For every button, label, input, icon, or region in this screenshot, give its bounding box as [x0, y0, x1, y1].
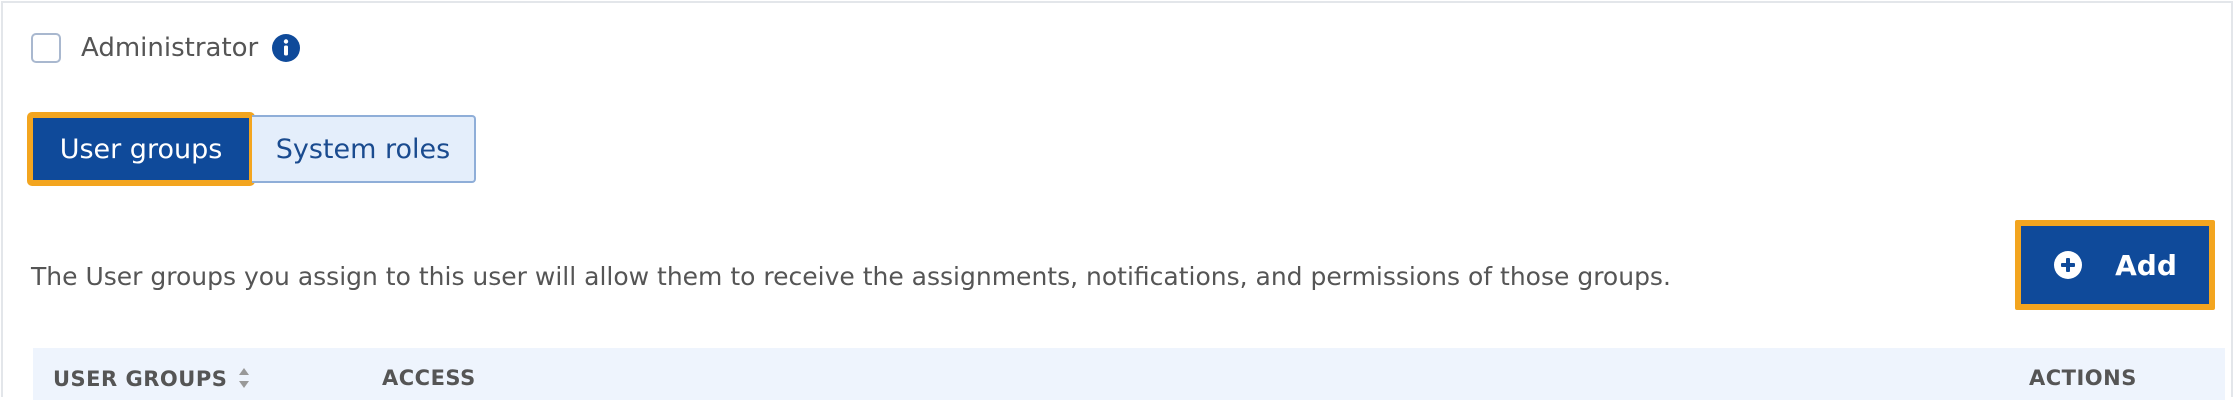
panel-frame: [1, 1, 2233, 397]
tab-system-roles[interactable]: System roles: [252, 115, 476, 183]
column-header-user-groups[interactable]: USER GROUPS: [53, 366, 251, 391]
table-header: USER GROUPS ACCESS ACTIONS: [33, 348, 2225, 400]
column-header-user-groups-label: USER GROUPS: [53, 367, 228, 391]
administrator-checkbox[interactable]: [31, 33, 61, 63]
info-icon[interactable]: [272, 34, 301, 62]
tab-group: User groups System roles: [27, 112, 476, 186]
add-button[interactable]: Add: [2015, 220, 2215, 310]
column-header-access: ACCESS: [382, 366, 476, 390]
plus-circle-icon: [2054, 251, 2083, 279]
sort-icon[interactable]: [237, 366, 251, 390]
administrator-label: Administrator: [81, 33, 259, 63]
add-button-label: Add: [2115, 248, 2177, 282]
column-header-actions: ACTIONS: [2029, 366, 2137, 390]
administrator-row: Administrator: [31, 33, 301, 63]
tab-user-groups[interactable]: User groups: [27, 112, 255, 186]
description-text: The User groups you assign to this user …: [31, 262, 1671, 291]
